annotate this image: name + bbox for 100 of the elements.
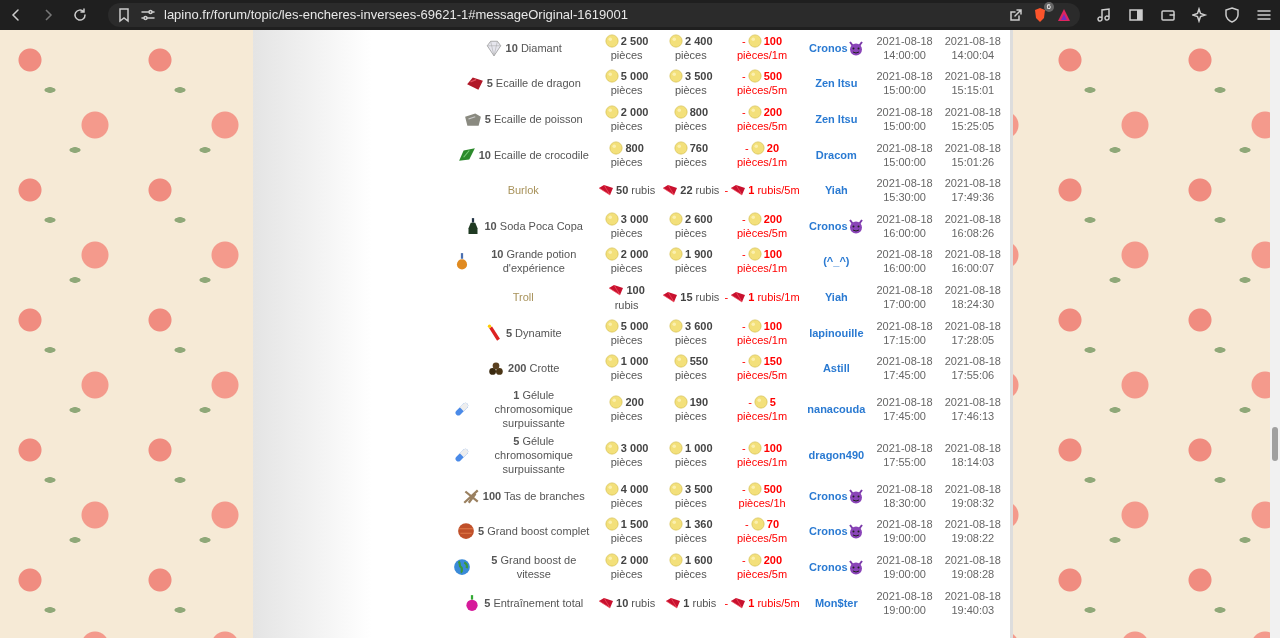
amount-value: 100 [763, 33, 783, 48]
minus-sign: - [742, 69, 746, 84]
minus-sign: - [742, 318, 746, 333]
winner-link[interactable]: nanacouda [807, 401, 866, 416]
minus-sign: - [742, 211, 746, 226]
minus-sign: - [745, 140, 749, 155]
winner-link[interactable]: Cronos [809, 559, 848, 574]
winner-link[interactable]: (^_^) [823, 254, 850, 269]
coin-icon [747, 552, 762, 567]
amount-value: 760 [689, 140, 708, 155]
lion-shield-icon[interactable] [1032, 7, 1048, 23]
amount-value: 3 000 [620, 211, 649, 226]
amount-value: 100 [626, 282, 645, 297]
end-time: 2021-08-18 17:49:36 [943, 176, 1002, 205]
sidebar-icon[interactable] [1128, 7, 1144, 23]
minus-sign: - [748, 394, 752, 409]
amount-value: 5 [769, 394, 776, 409]
amount-value: 3 000 [620, 440, 649, 455]
amount-unit: pièces [674, 454, 707, 469]
item-label: 1 Gélule chromosomique surpuissante [493, 387, 574, 430]
amount-unit: pièces/5m [737, 531, 788, 546]
winner-link[interactable]: Yiah [824, 289, 848, 304]
amount-unit: rubis/5m [757, 595, 800, 610]
sparkle-icon[interactable] [1192, 7, 1208, 23]
amount-value: 200 [763, 211, 783, 226]
leaf-scale-icon [457, 145, 476, 164]
shield-icon[interactable] [1224, 7, 1240, 23]
winner-link[interactable]: Yiah [824, 183, 848, 198]
coin-icon [604, 105, 619, 119]
scrollbar[interactable] [1270, 30, 1280, 638]
wallet-icon[interactable] [1160, 7, 1176, 23]
amount-value: 1 360 [685, 517, 713, 532]
coin-icon [669, 211, 684, 226]
amount-unit: pièces [610, 83, 643, 98]
coin-icon [753, 394, 768, 409]
amount-value: 20 [766, 140, 780, 155]
scrollbar-thumb[interactable] [1272, 427, 1278, 461]
start-time: 2021-08-18 15:30:00 [875, 176, 934, 205]
amount-value: 550 [689, 354, 708, 369]
amount-unit: pièces [610, 261, 643, 276]
amount-value: 1 [748, 289, 755, 304]
menu-icon[interactable] [1256, 7, 1272, 23]
minus-sign: - [742, 105, 746, 119]
coin-icon [673, 394, 688, 409]
site-info-icon[interactable] [140, 7, 156, 23]
coin-icon [609, 140, 624, 155]
coin-icon [669, 247, 684, 262]
start-time: 2021-08-18 17:55:00 [875, 440, 934, 469]
amount-unit: pièces [610, 566, 643, 581]
winner-link[interactable]: Dracom [815, 147, 857, 162]
amount-value: 100 [763, 247, 783, 262]
amount-unit: pièces/1m [737, 154, 788, 169]
winner-link[interactable]: lapinouille [809, 325, 864, 340]
amount-unit: pièces [610, 531, 643, 546]
coin-icon [669, 552, 684, 567]
winner-link[interactable]: Cronos [809, 40, 848, 55]
share-icon[interactable] [1008, 7, 1024, 23]
amount-unit: rubis [695, 183, 720, 198]
item-label: 5 Ecaille de dragon [486, 76, 581, 91]
minus-sign: - [742, 354, 746, 369]
bookmark-icon[interactable] [116, 7, 132, 23]
amount-value: 2 000 [620, 105, 649, 119]
end-time: 2021-08-18 18:24:30 [943, 282, 1002, 311]
winner-link[interactable]: Cronos [809, 524, 848, 539]
item-label: 10 Grande potion d'expérience [490, 247, 578, 276]
item-label: 5 Dynamite [505, 325, 562, 340]
winner-link[interactable]: Mon$ter [814, 595, 858, 610]
winner-link[interactable]: Astill [822, 361, 850, 376]
item-label: 200 Crotte [508, 361, 560, 376]
winner-link[interactable]: Cronos [809, 488, 848, 503]
amount-value: 1 [683, 595, 690, 610]
coin-icon [669, 481, 684, 496]
coin-icon [747, 354, 762, 369]
coin-icon [747, 318, 762, 333]
amount-value: 150 [763, 354, 783, 369]
minus-sign: - [724, 595, 729, 610]
amount-unit: pièces/1m [737, 261, 788, 276]
music-note-icon[interactable] [1096, 7, 1112, 23]
item-label: 10 Diamant [505, 40, 562, 55]
end-time: 2021-08-18 16:00:07 [943, 247, 1002, 276]
amount-value: 3 600 [685, 318, 713, 333]
winner-link[interactable]: dragon490 [808, 447, 865, 462]
amount-unit: pièces [674, 119, 707, 133]
amount-value: 2 000 [620, 552, 649, 567]
winner-link[interactable]: Zen Itsu [815, 112, 858, 126]
minus-sign: - [742, 33, 746, 48]
url-text[interactable]: lapino.fr/forum/topic/les-encheres-inversees-69621-1#messageOriginal-1619001 [164, 5, 1000, 25]
minus-sign: - [724, 183, 729, 198]
amount-unit: rubis/1m [757, 289, 800, 304]
winner-link[interactable]: Cronos [809, 218, 848, 233]
item-label: 5 Gélule chromosomique surpuissante [493, 433, 574, 476]
amount-value: 800 [689, 105, 708, 119]
item-label: 5 Grand boost complet [478, 524, 590, 539]
reload-icon[interactable] [72, 7, 88, 23]
amount-value: 200 [763, 552, 783, 567]
winner-link[interactable]: Zen Itsu [815, 76, 858, 91]
amount-unit: pièces [610, 225, 643, 240]
triangle-icon[interactable] [1056, 7, 1072, 23]
coin-icon [750, 140, 765, 155]
amount-unit: pièces [610, 495, 643, 510]
